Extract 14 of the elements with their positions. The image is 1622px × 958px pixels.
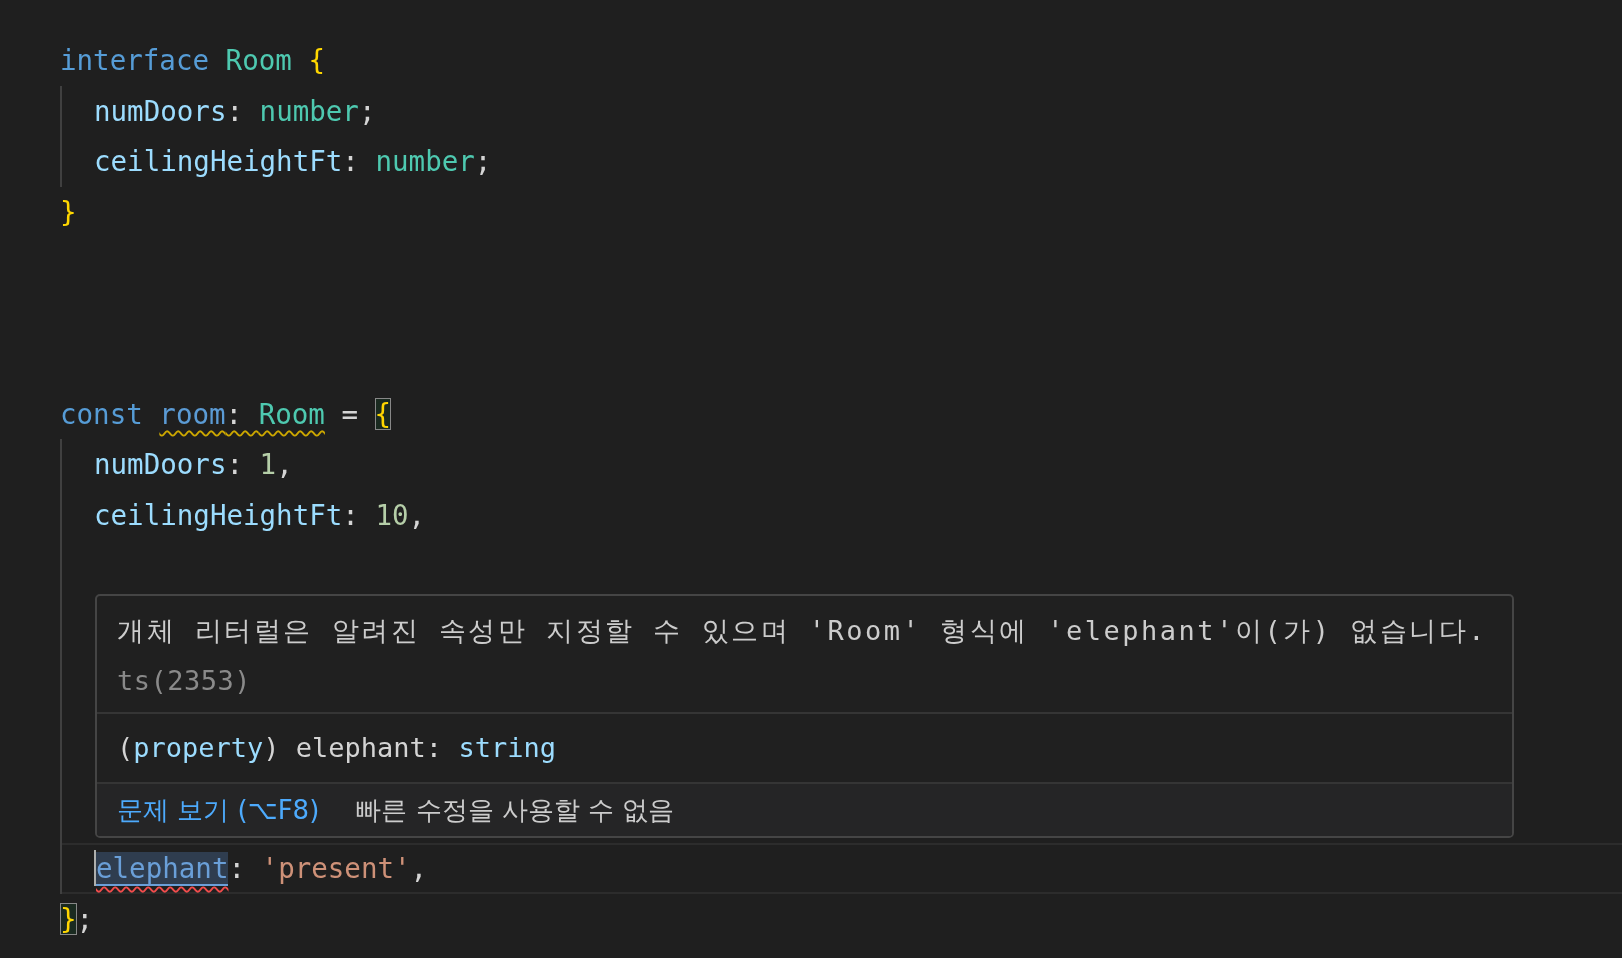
error-message: 개체 리터럴은 알려진 속성만 지정할 수 있으며 'Room' 형식에 'elephant'이(가) 없습니다.	[117, 615, 1487, 646]
view-problem-link[interactable]: 문제 보기 (⌥F8)	[117, 790, 320, 830]
code-line: ceilingHeightFt: 10,	[94, 497, 426, 533]
code-line: numDoors: number;	[94, 93, 376, 129]
error-code: ts(2353)	[117, 665, 252, 696]
code-line: }	[60, 194, 77, 230]
code-line: ceilingHeightFt: number;	[94, 144, 492, 180]
text-cursor	[94, 850, 96, 887]
code-line: elephant: 'present',	[96, 851, 428, 888]
code-line: numDoors: 1,	[94, 447, 293, 483]
code-line: interface Room {	[60, 43, 325, 79]
code-line: };	[60, 901, 94, 937]
code-line: const room: Room = {	[60, 396, 392, 432]
quick-fix-status: 빠른 수정을 사용할 수 없음	[355, 794, 675, 827]
